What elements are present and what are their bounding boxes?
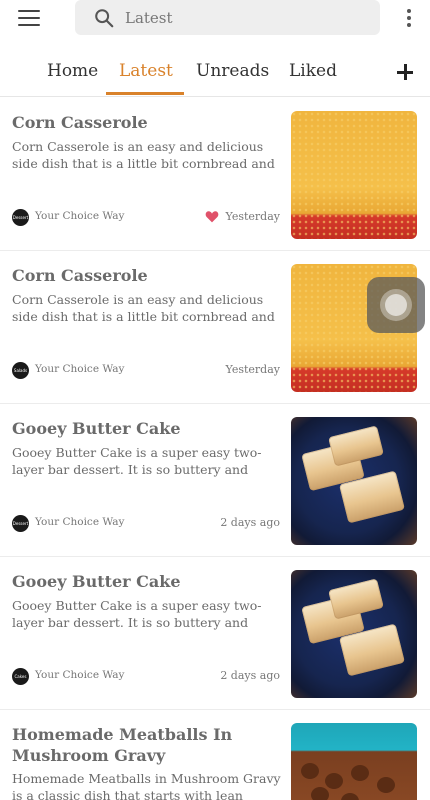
- item-description: Gooey Butter Cake is a super easy two-la…: [12, 445, 262, 477]
- source-logo: Salads & Sides: [12, 362, 29, 379]
- source-name: Your Choice Way: [35, 210, 125, 222]
- item-title: Gooey Butter Cake: [12, 572, 181, 591]
- search-bar[interactable]: Latest: [75, 0, 380, 35]
- source-logo: Dessert: [12, 209, 29, 226]
- recipe-thumbnail: [291, 723, 417, 800]
- item-title: Corn Casserole: [12, 113, 148, 132]
- item-description: Corn Casserole is an easy and delicious …: [12, 139, 275, 171]
- item-title: Corn Casserole: [12, 266, 148, 285]
- item-description: Corn Casserole is an easy and delicious …: [12, 292, 275, 324]
- item-description: Gooey Butter Cake is a super easy two-la…: [12, 598, 262, 630]
- recipe-thumbnail: [291, 417, 417, 545]
- tab-latest[interactable]: Latest: [119, 61, 173, 81]
- menu-icon[interactable]: [18, 10, 40, 26]
- timestamp: 2 days ago: [220, 516, 280, 529]
- list-item[interactable]: Homemade Meatballs In Mushroom Gravy Hom…: [0, 710, 430, 800]
- search-input[interactable]: Latest: [125, 9, 173, 27]
- recipe-thumbnail: [291, 111, 417, 239]
- source-logo: Dessert: [12, 515, 29, 532]
- tab-unreads[interactable]: Unreads: [196, 61, 269, 81]
- source-name: Your Choice Way: [35, 516, 125, 528]
- search-icon: [95, 9, 114, 28]
- timestamp: 2 days ago: [220, 669, 280, 682]
- list-item[interactable]: Corn Casserole Corn Casserole is an easy…: [0, 98, 430, 251]
- source-logo: Cakes: [12, 668, 29, 685]
- list-item[interactable]: Corn Casserole Corn Casserole is an easy…: [0, 251, 430, 404]
- item-title: Homemade Meatballs In Mushroom Gravy: [12, 725, 233, 765]
- list-item[interactable]: Gooey Butter Cake Gooey Butter Cake is a…: [0, 557, 430, 710]
- list-item[interactable]: Gooey Butter Cake Gooey Butter Cake is a…: [0, 404, 430, 557]
- source-name: Your Choice Way: [35, 669, 125, 681]
- more-vert-icon[interactable]: [406, 9, 412, 27]
- timestamp: Yesterday: [225, 363, 280, 376]
- item-description: Homemade Meatballs in Mushroom Gravy is …: [12, 771, 281, 800]
- tab-bar: Home Latest Unreads Liked: [0, 55, 430, 97]
- add-icon[interactable]: [397, 64, 413, 80]
- tab-liked[interactable]: Liked: [289, 61, 337, 81]
- source-name: Your Choice Way: [35, 363, 125, 375]
- top-bar: Latest: [0, 0, 430, 36]
- recipe-thumbnail: [291, 570, 417, 698]
- timestamp: Yesterday: [225, 210, 280, 223]
- floating-assistive-button[interactable]: [367, 277, 425, 333]
- item-title: Gooey Butter Cake: [12, 419, 181, 438]
- heart-icon[interactable]: [205, 210, 219, 223]
- tab-home[interactable]: Home: [47, 61, 98, 81]
- active-tab-indicator: [106, 92, 184, 95]
